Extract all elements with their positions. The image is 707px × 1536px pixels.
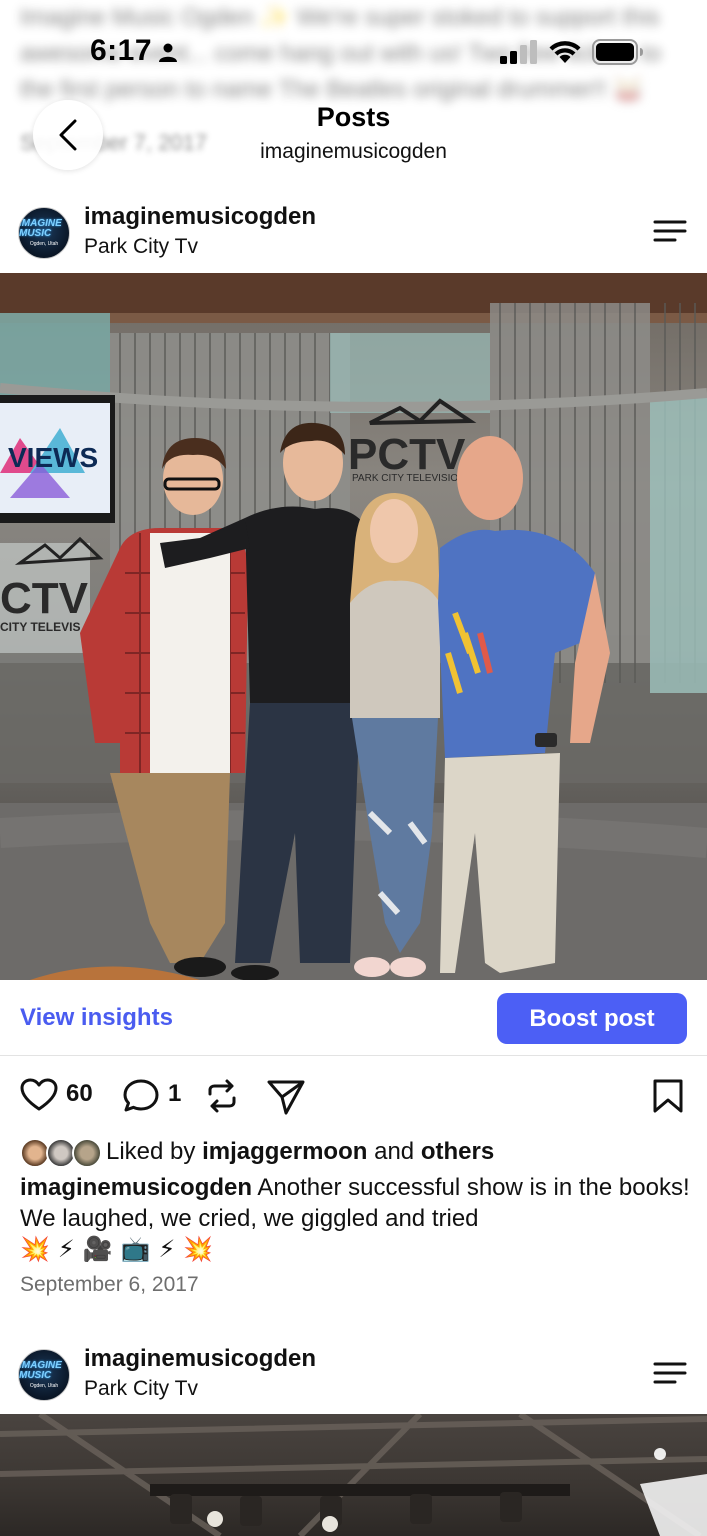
- avatar-logo-subtext: Ogden, Utah: [29, 241, 59, 247]
- status-time: 6:17: [90, 34, 153, 67]
- signal-icon: [500, 40, 537, 64]
- wifi-icon: [549, 41, 581, 63]
- location-link[interactable]: Park City Tv: [84, 1377, 198, 1401]
- avatar[interactable]: IMAGINE MUSIC Ogden, Utah: [18, 1349, 70, 1401]
- liked-by-prefix: Liked by: [106, 1138, 196, 1165]
- caption-emoji: ⚡: [57, 1235, 75, 1263]
- post-photo[interactable]: [0, 1414, 707, 1536]
- engagement-row: 60 1: [0, 1070, 707, 1122]
- menu-icon[interactable]: [652, 219, 688, 243]
- ctv-sign: CTV: [0, 574, 89, 623]
- caption-emoji: 💥: [20, 1235, 50, 1263]
- post-photo-illustration: [0, 1414, 707, 1536]
- post-photo-illustration: VIEWS PCTV PARK CITY TELEVISION CTV CITY…: [0, 273, 707, 980]
- post-photo[interactable]: VIEWS PCTV PARK CITY TELEVISION CTV CITY…: [0, 273, 707, 980]
- location-link[interactable]: Park City Tv: [84, 235, 198, 259]
- comment-icon[interactable]: [122, 1078, 160, 1114]
- post-header: IMAGINE MUSIC Ogden, Utah imaginemusicog…: [0, 1341, 707, 1415]
- liker-avatar: [72, 1138, 102, 1168]
- liked-by-and: and: [374, 1138, 415, 1165]
- account-name[interactable]: imaginemusicogden: [84, 1345, 316, 1373]
- heart-icon[interactable]: [20, 1078, 58, 1112]
- liked-by-username[interactable]: imjaggermoon: [202, 1138, 367, 1165]
- account-name[interactable]: imaginemusicogden: [84, 203, 316, 231]
- avatar-logo-subtext: Ogden, Utah: [29, 1383, 59, 1389]
- insights-action-bar: View insights Boost post: [0, 980, 707, 1056]
- menu-icon[interactable]: [652, 1361, 688, 1385]
- pctv-subtitle: PARK CITY TELEVISION: [352, 473, 465, 484]
- likes-count[interactable]: 60: [66, 1080, 93, 1108]
- status-bar: 6:17: [0, 0, 707, 100]
- post-caption: imaginemusicogden Another successful sho…: [20, 1172, 690, 1234]
- views-sign: VIEWS: [8, 442, 98, 473]
- pctv-sign: PCTV: [348, 430, 466, 479]
- avatar[interactable]: IMAGINE MUSIC Ogden, Utah: [18, 207, 70, 259]
- caption-emojis: 💥 ⚡ 🎥 📺 ⚡ 💥: [20, 1232, 213, 1266]
- share-icon[interactable]: [266, 1078, 306, 1116]
- battery-icon: [592, 39, 643, 65]
- comments-count[interactable]: 1: [168, 1080, 181, 1108]
- repost-icon[interactable]: [204, 1078, 240, 1114]
- liked-by-text: Liked by imjaggermoon and others: [106, 1138, 494, 1166]
- caption-emoji: ⚡: [158, 1235, 176, 1263]
- post-header: IMAGINE MUSIC Ogden, Utah imaginemusicog…: [0, 199, 707, 273]
- caption-username[interactable]: imaginemusicogden: [20, 1174, 252, 1201]
- caption-emoji: 📺: [120, 1235, 151, 1263]
- avatar-logo-text: IMAGINE MUSIC: [19, 218, 62, 239]
- city-tv-sign: CITY TELEVIS: [0, 620, 80, 634]
- caption-emoji: 💥: [183, 1235, 214, 1263]
- liked-by-row[interactable]: Liked by imjaggermoon and others: [20, 1136, 700, 1170]
- person-icon: [159, 43, 177, 62]
- boost-post-button[interactable]: Boost post: [497, 993, 687, 1044]
- liked-by-others[interactable]: others: [421, 1138, 494, 1165]
- avatar-logo-text: IMAGINE MUSIC: [19, 1360, 62, 1381]
- page-subtitle: imaginemusicogden: [260, 140, 447, 163]
- view-insights-link[interactable]: View insights: [20, 1004, 173, 1032]
- post-date: September 6, 2017: [20, 1273, 199, 1296]
- bookmark-icon[interactable]: [652, 1078, 684, 1114]
- page-title: Posts: [316, 102, 391, 132]
- caption-emoji: 🎥: [82, 1235, 113, 1263]
